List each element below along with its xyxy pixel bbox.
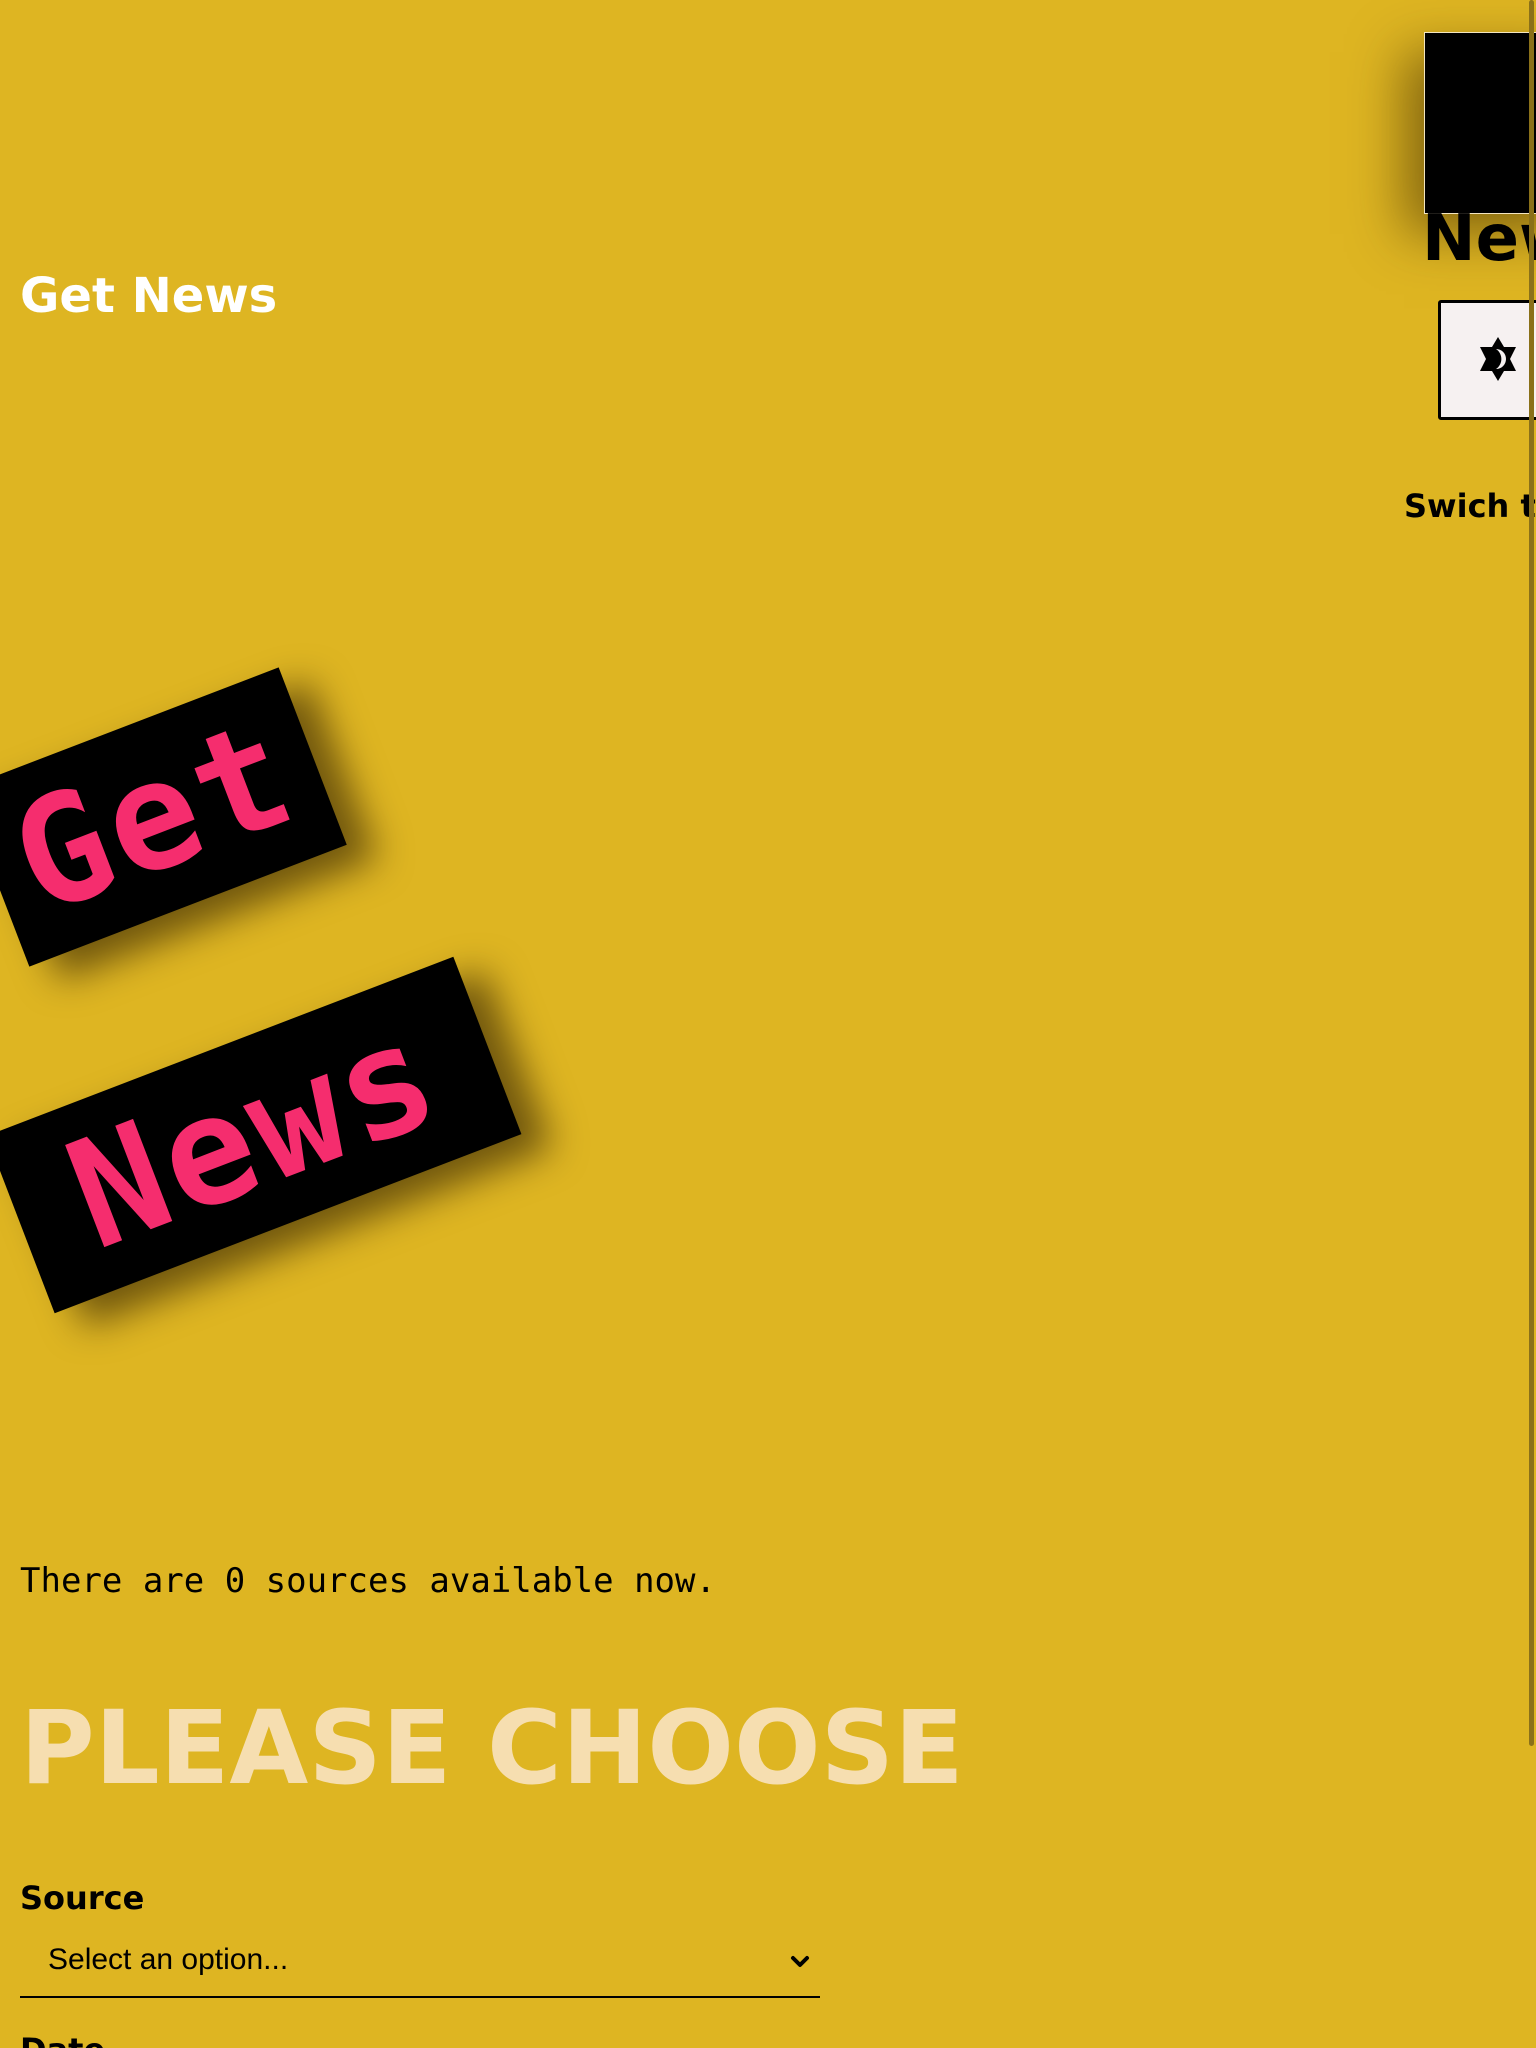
theme-toggle-label: Swich theme <box>1404 487 1536 525</box>
page: Get News News Swich theme Get News There… <box>0 0 1536 2048</box>
logo-box <box>1424 32 1536 214</box>
scrollbar[interactable] <box>1529 0 1534 1746</box>
hero-word-get: Get <box>0 667 347 967</box>
top-widget: News Swich theme <box>1306 0 1536 540</box>
widget-title: News <box>1422 202 1536 276</box>
source-select[interactable]: Select an option... <box>20 1930 820 1998</box>
theme-toggle-icon <box>1474 335 1522 386</box>
source-select-value: Select an option... <box>48 1943 289 1976</box>
brand-title: Get News <box>20 268 278 324</box>
sources-count-text: There are 0 sources available now. <box>20 1561 716 1601</box>
hero-word-news: News <box>0 956 522 1314</box>
theme-toggle-button[interactable] <box>1438 300 1536 420</box>
date-label: Date <box>20 2030 105 2048</box>
chevron-down-icon <box>788 1942 812 1982</box>
choose-heading: PLEASE CHOOSE <box>20 1689 964 1808</box>
source-label: Source <box>20 1879 145 1917</box>
